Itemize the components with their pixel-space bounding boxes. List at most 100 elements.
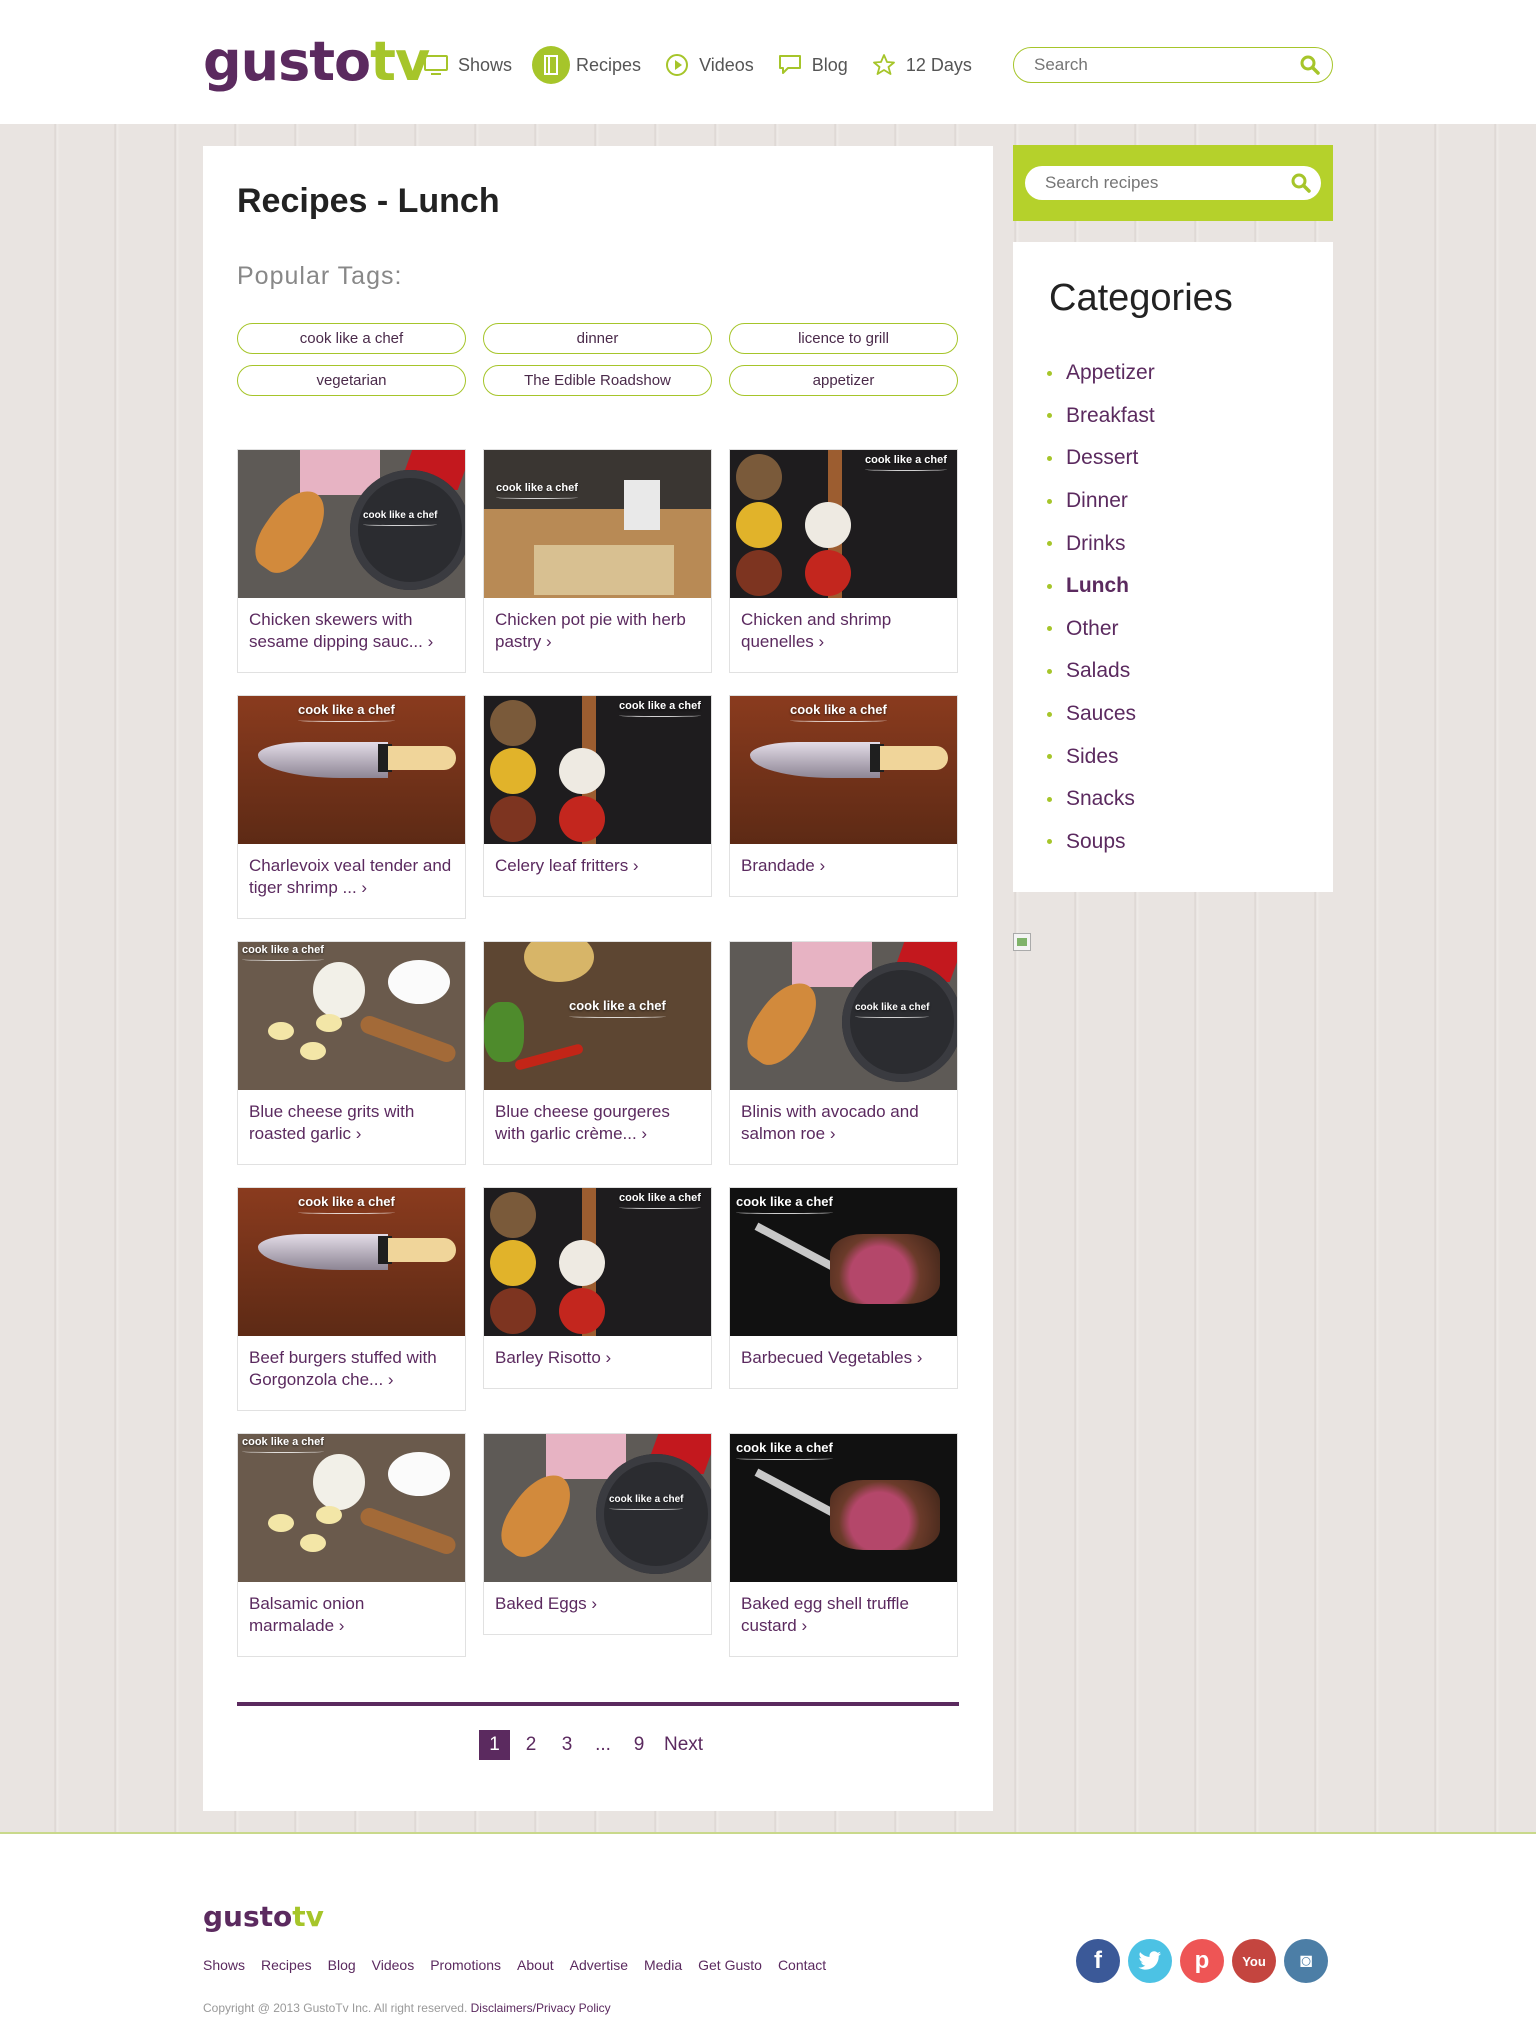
recipe-card[interactable]: cook like a chef Charlevoix veal tender …: [237, 695, 466, 919]
watermark-text: cook like a chef: [790, 702, 887, 722]
nav-videos[interactable]: Videos: [661, 49, 754, 81]
search-icon[interactable]: [1291, 173, 1311, 193]
category-sides[interactable]: Sides: [1047, 735, 1155, 778]
recipe-title[interactable]: Chicken skewers with sesame dipping sauc…: [238, 598, 465, 672]
popular-tags-heading: Popular Tags:: [237, 262, 403, 290]
footer-link-videos[interactable]: Videos: [372, 1957, 415, 1973]
footer-link-shows[interactable]: Shows: [203, 1957, 245, 1973]
recipe-card[interactable]: cook like a chef Baked egg shell truffle…: [729, 1433, 958, 1657]
twitter-icon[interactable]: [1128, 1939, 1172, 1983]
recipe-title[interactable]: Charlevoix veal tender and tiger shrimp …: [238, 844, 465, 918]
recipe-card[interactable]: cook like a chef Balsamic onion marmalad…: [237, 1433, 466, 1657]
footer-logo[interactable]: gustotv: [203, 1900, 324, 1933]
recipe-card[interactable]: cook like a chef Barbecued Vegetables ›: [729, 1187, 958, 1389]
category-breakfast[interactable]: Breakfast: [1047, 395, 1155, 438]
recipe-title[interactable]: Beef burgers stuffed with Gorgonzola che…: [238, 1336, 465, 1410]
page-link[interactable]: 2: [516, 1730, 546, 1760]
recipe-thumbnail[interactable]: cook like a chef: [238, 450, 465, 598]
category-soups[interactable]: Soups: [1047, 821, 1155, 864]
recipe-card[interactable]: cook like a chef Chicken skewers with se…: [237, 449, 466, 673]
nav-shows[interactable]: Shows: [420, 49, 512, 81]
footer-link-get-gusto[interactable]: Get Gusto: [698, 1957, 762, 1973]
recipe-search-input[interactable]: [1045, 166, 1285, 200]
nav-recipes[interactable]: Recipes: [532, 46, 641, 84]
recipe-thumbnail[interactable]: cook like a chef: [484, 1188, 711, 1336]
category-dessert[interactable]: Dessert: [1047, 437, 1155, 480]
recipe-title[interactable]: Blue cheese grits with roasted garlic ›: [238, 1090, 465, 1164]
tag-dinner[interactable]: dinner: [483, 323, 712, 354]
recipe-title[interactable]: Barley Risotto ›: [484, 1336, 711, 1388]
footer-link-promotions[interactable]: Promotions: [430, 1957, 501, 1973]
tag-the-edible-roadshow[interactable]: The Edible Roadshow: [483, 365, 712, 396]
footer-link-contact[interactable]: Contact: [778, 1957, 826, 1973]
recipe-thumbnail[interactable]: cook like a chef: [730, 450, 957, 598]
nav-blog[interactable]: Blog: [774, 49, 848, 81]
category-dinner[interactable]: Dinner: [1047, 480, 1155, 523]
category-appetizer[interactable]: Appetizer: [1047, 352, 1155, 395]
tag-licence-to-grill[interactable]: licence to grill: [729, 323, 958, 354]
recipe-thumbnail[interactable]: cook like a chef: [730, 942, 957, 1090]
next-page-button[interactable]: Next: [664, 1730, 703, 1760]
recipe-card[interactable]: cook like a chef Blinis with avocado and…: [729, 941, 958, 1165]
recipe-card[interactable]: cook like a chef Brandade ›: [729, 695, 958, 897]
recipe-card[interactable]: cook like a chef Baked Eggs ›: [483, 1433, 712, 1635]
footer-link-recipes[interactable]: Recipes: [261, 1957, 312, 1973]
site-search-input[interactable]: [1034, 48, 1294, 81]
recipe-title[interactable]: Blue cheese gourgeres with garlic crème.…: [484, 1090, 711, 1164]
instagram-icon[interactable]: ◙: [1284, 1939, 1328, 1983]
recipe-title[interactable]: Celery leaf fritters ›: [484, 844, 711, 896]
category-lunch[interactable]: Lunch: [1047, 565, 1155, 608]
recipe-card[interactable]: cook like a chef Chicken and shrimp quen…: [729, 449, 958, 673]
page-link-last[interactable]: 9: [624, 1730, 654, 1760]
privacy-policy-link[interactable]: Disclaimers/Privacy Policy: [471, 2001, 611, 2015]
recipe-thumbnail[interactable]: cook like a chef: [730, 1188, 957, 1336]
recipe-card[interactable]: cook like a chef Celery leaf fritters ›: [483, 695, 712, 897]
recipe-title[interactable]: Blinis with avocado and salmon roe ›: [730, 1090, 957, 1164]
recipe-thumbnail[interactable]: cook like a chef: [730, 696, 957, 844]
recipe-thumbnail[interactable]: cook like a chef: [484, 696, 711, 844]
tag-vegetarian[interactable]: vegetarian: [237, 365, 466, 396]
footer-link-advertise[interactable]: Advertise: [570, 1957, 628, 1973]
footer-link-about[interactable]: About: [517, 1957, 554, 1973]
search-icon[interactable]: [1300, 55, 1320, 75]
recipe-title[interactable]: Balsamic onion marmalade ›: [238, 1582, 465, 1656]
category-snacks[interactable]: Snacks: [1047, 778, 1155, 821]
footer-link-blog[interactable]: Blog: [328, 1957, 356, 1973]
category-sauces[interactable]: Sauces: [1047, 693, 1155, 736]
youtube-icon[interactable]: You: [1232, 1939, 1276, 1983]
broken-image-icon[interactable]: [1013, 933, 1031, 951]
recipe-thumbnail[interactable]: cook like a chef: [484, 1434, 711, 1582]
page-link[interactable]: 3: [552, 1730, 582, 1760]
recipe-thumbnail[interactable]: cook like a chef: [484, 942, 711, 1090]
tag-appetizer[interactable]: appetizer: [729, 365, 958, 396]
recipe-thumbnail[interactable]: cook like a chef: [484, 450, 711, 598]
recipe-title[interactable]: Barbecued Vegetables ›: [730, 1336, 957, 1388]
facebook-icon[interactable]: f: [1076, 1939, 1120, 1983]
category-drinks[interactable]: Drinks: [1047, 522, 1155, 565]
tag-cook-like-a-chef[interactable]: cook like a chef: [237, 323, 466, 354]
recipe-card[interactable]: cook like a chef Beef burgers stuffed wi…: [237, 1187, 466, 1411]
recipe-thumbnail[interactable]: cook like a chef: [238, 696, 465, 844]
recipe-book-icon: [532, 46, 571, 84]
page-current[interactable]: 1: [479, 1730, 510, 1760]
footer-link-media[interactable]: Media: [644, 1957, 682, 1973]
recipe-card[interactable]: cook like a chef Chicken pot pie with he…: [483, 449, 712, 673]
recipe-title[interactable]: Baked egg shell truffle custard ›: [730, 1582, 957, 1656]
recipe-thumbnail[interactable]: cook like a chef: [730, 1434, 957, 1582]
gustotv-logo[interactable]: gustotv: [203, 30, 430, 93]
recipe-card[interactable]: cook like a chef Blue cheese grits with …: [237, 941, 466, 1165]
category-other[interactable]: Other: [1047, 608, 1155, 651]
recipe-title[interactable]: Chicken pot pie with herb pastry ›: [484, 598, 711, 672]
recipe-card[interactable]: cook like a chef Blue cheese gourgeres w…: [483, 941, 712, 1165]
recipe-title[interactable]: Brandade ›: [730, 844, 957, 896]
recipe-card[interactable]: cook like a chef Barley Risotto ›: [483, 1187, 712, 1389]
pinterest-icon[interactable]: p: [1180, 1939, 1224, 1983]
recipe-title[interactable]: Chicken and shrimp quenelles ›: [730, 598, 957, 672]
recipe-thumbnail[interactable]: cook like a chef: [238, 1434, 465, 1582]
recipe-title[interactable]: Baked Eggs ›: [484, 1582, 711, 1634]
recipe-thumbnail[interactable]: cook like a chef: [238, 942, 465, 1090]
nav-12-days[interactable]: 12 Days: [868, 49, 972, 81]
category-salads[interactable]: Salads: [1047, 650, 1155, 693]
recipe-thumbnail[interactable]: cook like a chef: [238, 1188, 465, 1336]
nav-videos-label: Videos: [699, 54, 754, 75]
